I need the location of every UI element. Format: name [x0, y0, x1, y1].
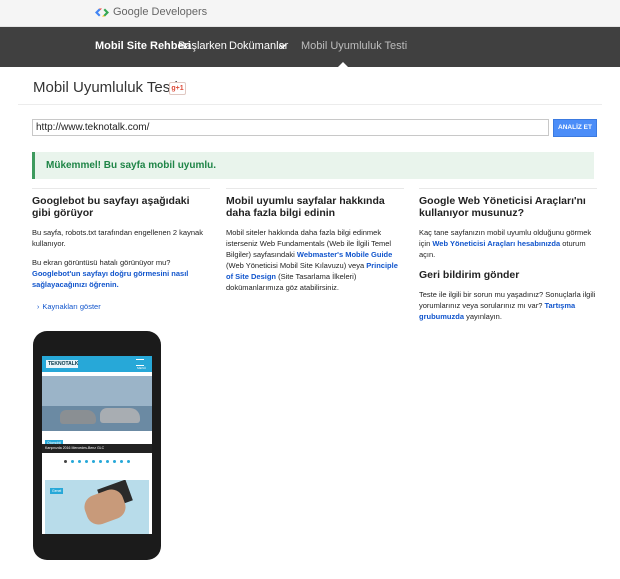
preview-slider-dots [42, 460, 152, 463]
preview-slider-image [42, 376, 152, 431]
learn-more-text: Mobil siteler hakkında daha fazla bilgi … [226, 227, 404, 293]
google-developers-logo[interactable]: Google Developers [95, 6, 207, 18]
learn-more-text-part: (Web Yöneticisi Mobil Site Kılavuzu) vey… [226, 261, 367, 270]
slider-dot [64, 460, 67, 463]
slider-dot [71, 460, 74, 463]
car-image [100, 408, 140, 423]
divider [226, 188, 404, 189]
nav-item-mobile-friendly-test[interactable]: Mobil Uyumluluk Testi [301, 40, 407, 52]
webmasters-mobile-guide-link[interactable]: Webmaster's Mobile Guide [297, 250, 392, 259]
phone-preview: TEKNOTALK MENÜ Otomobil Karşınızda 2016 … [33, 331, 161, 560]
blocked-resources-text: Bu sayfa, robots.txt tarafından engellen… [32, 228, 203, 248]
rendered-page-screenshot: TEKNOTALK MENÜ Otomobil Karşınızda 2016 … [42, 356, 152, 534]
slider-dot [78, 460, 81, 463]
chevron-down-icon[interactable] [279, 44, 286, 49]
top-bar: Google Developers [0, 0, 620, 27]
main-nav: Mobil Site Rehberi Başlarken Dokümanlar … [0, 27, 620, 67]
preview-slider-sky [42, 376, 152, 406]
show-resources-link[interactable]: › Kaynakları göster [37, 302, 101, 311]
googlebot-view-heading: Googlebot bu sayfayı aşağıdaki gibi görü… [32, 195, 190, 219]
car-image [60, 410, 96, 424]
nav-brand-mobile-site-guide[interactable]: Mobil Site Rehberi [95, 40, 191, 52]
success-message: Mükemmel! Bu sayfa mobil uyumlu. [46, 160, 217, 171]
slider-dot [106, 460, 109, 463]
webmaster-tools-heading: Google Web Yöneticisi Araçları'nı kullan… [419, 195, 586, 219]
slider-dot [120, 460, 123, 463]
google-plus-one-button[interactable]: g+1 [169, 82, 186, 95]
active-tab-indicator [338, 62, 348, 67]
feedback-text-part: yayınlayın. [464, 312, 502, 321]
analyze-button[interactable]: ANALİZ ET [553, 119, 597, 137]
preview-site-logo: TEKNOTALK [46, 360, 79, 368]
screenshot-help-text: Bu ekran görüntüsü hatalı görünüyor mu? … [32, 257, 210, 290]
page-title: Mobil Uyumluluk Testi [33, 79, 178, 96]
webmaster-tools-column: Google Web Yöneticisi Araçları'nı kullan… [419, 188, 597, 330]
feedback-heading: Geri bildirim gönder [419, 269, 520, 281]
slider-dot [127, 460, 130, 463]
preview-site-header: TEKNOTALK MENÜ [42, 356, 152, 372]
learn-more-column: Mobil uyumlu sayfalar hakkında daha fazl… [226, 188, 404, 301]
preview-article-image: Genel [45, 480, 149, 534]
preview-article-category: Genel [50, 488, 64, 494]
slider-dot [99, 460, 102, 463]
hamburger-menu-icon [136, 359, 144, 366]
googlebot-view-column: Googlebot bu sayfayı aşağıdaki gibi görü… [32, 188, 210, 298]
google-developers-text: Google Developers [113, 6, 208, 18]
screenshot-question: Bu ekran görüntüsü hatalı görünüyor mu? [32, 258, 171, 267]
success-banner: Mükemmel! Bu sayfa mobil uyumlu. [32, 152, 594, 179]
slider-dot [92, 460, 95, 463]
url-input[interactable] [32, 119, 549, 136]
slider-dot [113, 460, 116, 463]
preview-menu-label: MENÜ [137, 366, 146, 370]
divider [18, 104, 602, 105]
feedback-text: Teste ile ilgili bir sorun mu yaşadınız?… [419, 289, 597, 322]
divider [32, 188, 210, 189]
google-developers-icon [95, 8, 109, 16]
preview-slide-caption: Karşınızda 2016 Mercedes-Benz GLC [42, 444, 152, 453]
show-resources-label: Kaynakları göster [42, 302, 101, 311]
webmaster-tools-text: Kaç tane sayfanızın mobil uyumlu olduğun… [419, 227, 597, 260]
slider-dot [85, 460, 88, 463]
divider [419, 188, 597, 189]
googlebot-help-link[interactable]: Googlebot'un sayfayı doğru görmesini nas… [32, 269, 188, 289]
learn-more-heading: Mobil uyumlu sayfalar hakkında daha fazl… [226, 195, 385, 219]
chevron-right-icon: › [37, 304, 40, 311]
nav-item-getting-started[interactable]: Başlarken [178, 40, 227, 52]
webmaster-tools-account-link[interactable]: Web Yöneticisi Araçları hesabınızda [432, 239, 560, 248]
